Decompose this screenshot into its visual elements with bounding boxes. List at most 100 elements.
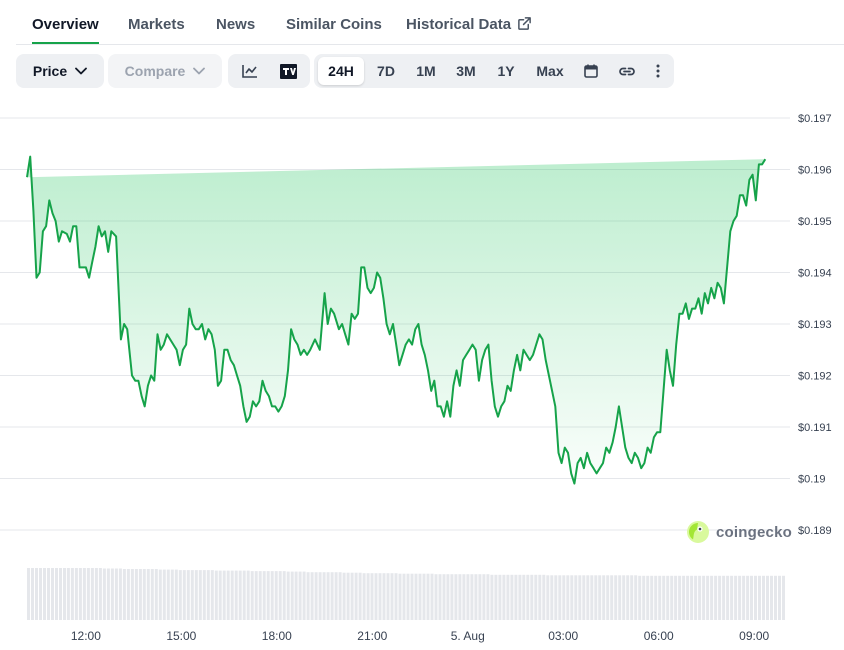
- volume-bar: [722, 575, 726, 620]
- x-axis-labels: 12:00 15:00 18:00 21:00 5. Aug 03:00 06:00 09:0…: [71, 629, 770, 643]
- volume-bar: [262, 571, 266, 620]
- volume-bar: [130, 569, 134, 620]
- range-1y-button[interactable]: 1Y: [490, 54, 522, 88]
- volume-bar: [86, 568, 90, 620]
- y-tick-label: $0.189: [798, 525, 832, 537]
- volume-bar: [310, 572, 314, 620]
- volume-bar: [730, 575, 734, 620]
- volume-bar: [646, 575, 650, 620]
- tab-similar-coins[interactable]: Similar Coins: [286, 0, 382, 44]
- volume-bar: [258, 571, 262, 620]
- volume-bar: [66, 568, 70, 620]
- volume-bar: [414, 573, 418, 620]
- more-icon: [656, 64, 660, 78]
- x-tick-label: 15:00: [166, 629, 196, 643]
- price-chart[interactable]: $0.197 $0.196 $0.195 $0.194 $0.193 $0.192 $0.1…: [0, 100, 844, 650]
- volume-bar: [490, 574, 494, 620]
- volume-bar: [330, 572, 334, 620]
- volume-bar: [90, 568, 94, 620]
- tradingview-button[interactable]: [274, 54, 302, 88]
- volume-bar: [70, 568, 74, 620]
- line-chart-button[interactable]: [236, 54, 264, 88]
- x-tick-label: 12:00: [71, 629, 101, 643]
- volume-bar: [474, 574, 478, 620]
- volume-bar: [382, 573, 386, 620]
- y-tick-label: $0.192: [798, 371, 832, 383]
- volume-bar: [774, 575, 777, 620]
- volume-bar: [538, 574, 542, 620]
- tab-markets[interactable]: Markets: [128, 0, 185, 44]
- price-dropdown-button[interactable]: Price: [16, 54, 104, 88]
- volume-bar: [742, 575, 746, 620]
- time-range-group: 24H 7D 1M 3M 1Y Max: [314, 54, 674, 88]
- volume-bar: [106, 568, 110, 620]
- volume-bar: [430, 573, 434, 620]
- range-3m-button[interactable]: 3M: [450, 54, 482, 88]
- volume-bar: [462, 574, 466, 620]
- calendar-button[interactable]: [578, 54, 604, 88]
- volume-bar: [710, 575, 714, 620]
- volume-bar: [406, 573, 410, 620]
- volume-bar: [426, 573, 430, 620]
- volume-bar: [102, 568, 106, 620]
- volume-bar: [194, 570, 198, 620]
- volume-bar: [270, 571, 274, 620]
- tab-overview[interactable]: Overview: [32, 0, 99, 44]
- x-tick-label: 03:00: [548, 629, 578, 643]
- price-label: Price: [32, 63, 68, 79]
- line-chart-icon: [242, 65, 257, 78]
- link-icon: [619, 67, 635, 76]
- volume-bar: [686, 575, 690, 620]
- volume-bar: [434, 574, 438, 620]
- y-tick-label: $0.19: [798, 474, 826, 486]
- volume-bar: [190, 570, 194, 620]
- volume-bar: [222, 570, 226, 620]
- volume-bar: [750, 575, 753, 620]
- y-tick-label: $0.193: [798, 319, 832, 331]
- volume-bar: [766, 575, 769, 620]
- y-axis-labels: $0.197 $0.196 $0.195 $0.194 $0.193 $0.192 $0.1…: [798, 113, 832, 537]
- chart-view-group: [228, 54, 310, 88]
- volume-bar: [150, 569, 154, 620]
- volume-bar: [694, 575, 698, 620]
- volume-bar: [402, 573, 406, 620]
- x-tick-label: 18:00: [262, 629, 292, 643]
- volume-bar: [366, 573, 370, 620]
- volume-bar: [234, 570, 238, 620]
- more-options-button[interactable]: [648, 54, 668, 88]
- tab-historical-data[interactable]: Historical Data: [406, 0, 532, 44]
- volume-bar: [690, 575, 694, 620]
- y-tick-label: $0.197: [798, 113, 832, 125]
- range-1m-button[interactable]: 1M: [410, 54, 442, 88]
- range-24h-button[interactable]: 24H: [318, 57, 364, 85]
- volume-bar: [738, 575, 742, 620]
- volume-bar: [254, 571, 258, 620]
- volume-bar: [514, 574, 518, 620]
- volume-bars: [27, 568, 785, 620]
- y-tick-label: $0.196: [798, 165, 832, 177]
- volume-bar: [574, 575, 578, 620]
- volume-bar: [390, 573, 394, 620]
- volume-bar: [558, 575, 562, 620]
- volume-bar: [31, 568, 34, 620]
- volume-bar: [482, 574, 486, 620]
- volume-bar: [214, 570, 218, 620]
- volume-bar: [654, 575, 658, 620]
- compare-dropdown-button[interactable]: Compare: [108, 54, 222, 88]
- range-7d-button[interactable]: 7D: [370, 54, 402, 88]
- share-link-button[interactable]: [614, 54, 640, 88]
- volume-bar: [174, 569, 178, 620]
- volume-bar: [754, 575, 757, 620]
- volume-bar: [342, 572, 346, 620]
- volume-bar: [47, 568, 50, 620]
- volume-bar: [518, 574, 522, 620]
- tab-news[interactable]: News: [216, 0, 255, 44]
- range-max-button[interactable]: Max: [530, 54, 570, 88]
- volume-bar: [59, 568, 62, 620]
- volume-bar: [146, 569, 150, 620]
- volume-bar: [438, 574, 442, 620]
- volume-bar: [542, 574, 546, 620]
- volume-bar: [278, 571, 282, 620]
- volume-bar: [770, 575, 773, 620]
- volume-bar: [318, 572, 322, 620]
